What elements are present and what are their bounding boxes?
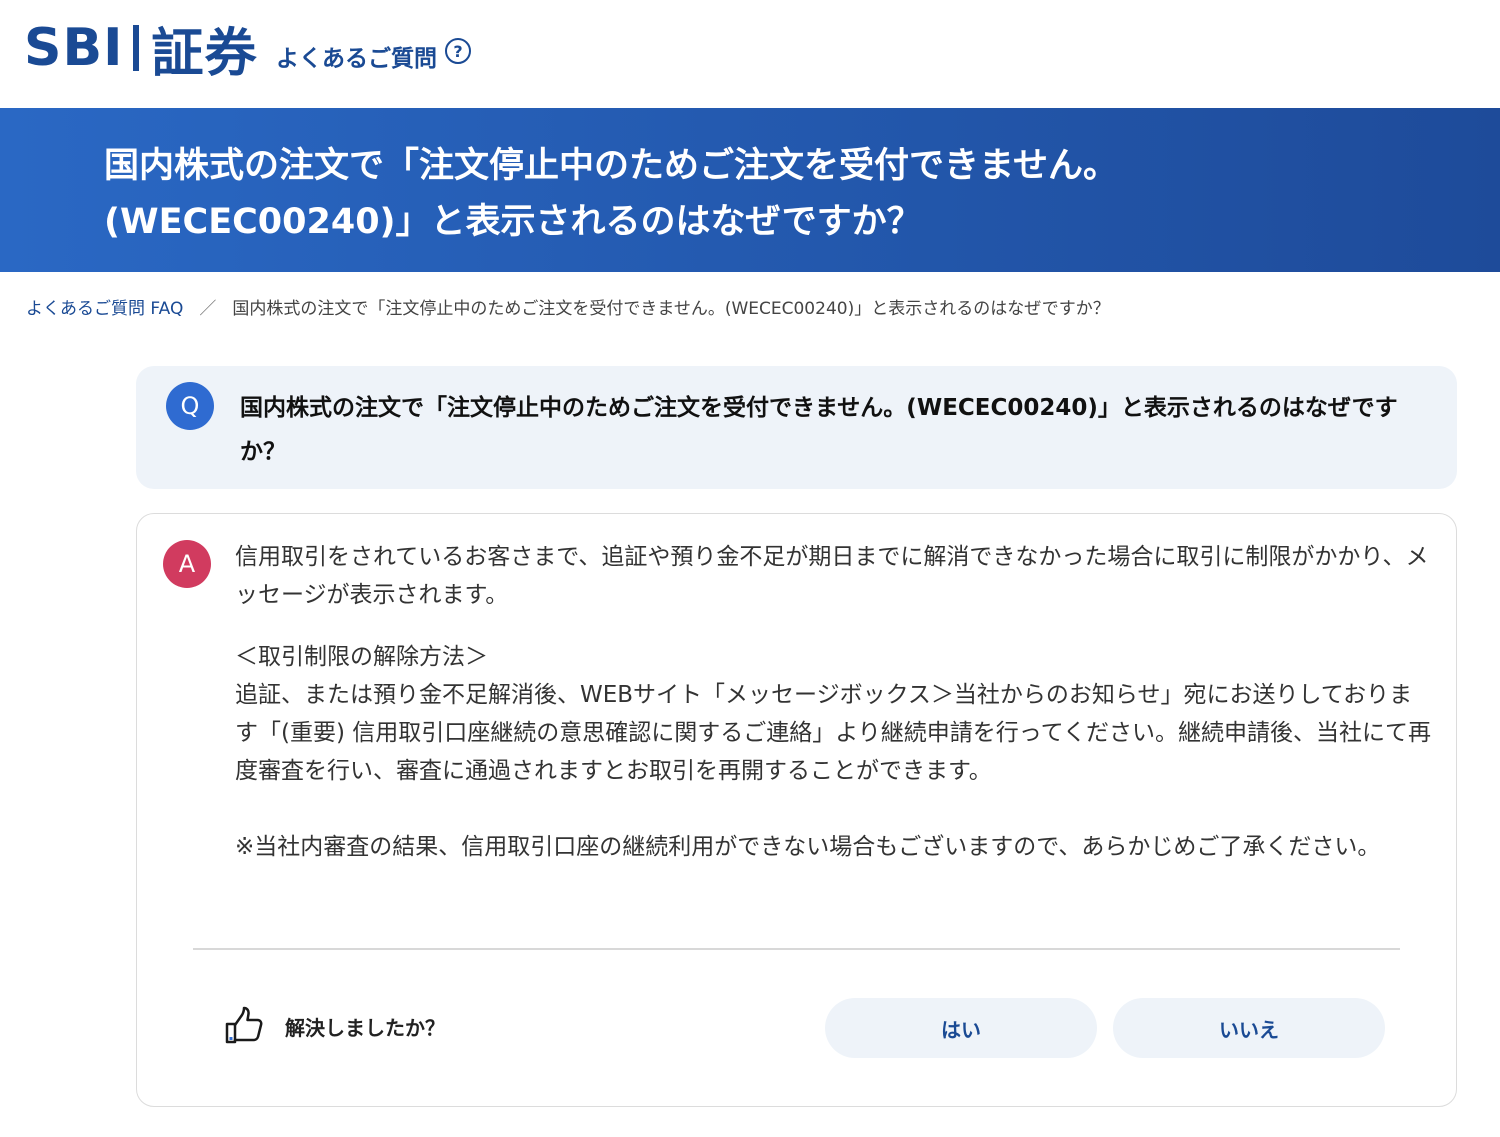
page-title: 国内株式の注文で「注文停止中のためご注文を受付できません。(WECEC00240… [104, 146, 1118, 242]
faq-link-label: よくあるご質問 [276, 46, 437, 72]
answer-paragraph-2: 追証、または預り金不足解消後、WEBサイト「メッセージボックス＞当社からのお知ら… [235, 682, 1431, 784]
answer-badge: A [163, 540, 211, 588]
answer-section-title: ＜取引制限の解除方法＞ [235, 644, 488, 670]
answer-paragraph-1: 信用取引をされているお客さまで、追証や預り金不足が期日までに解消できなかった場合… [235, 544, 1429, 608]
answer-body: 信用取引をされているお客さまで、追証や預り金不足が期日までに解消できなかった場合… [235, 538, 1431, 866]
logo-text-sbi: SBI [24, 18, 124, 78]
breadcrumb-separator: ／ [199, 298, 217, 319]
breadcrumb: よくあるご質問 FAQ ／ 国内株式の注文で「注文停止中のためご注文を受付できま… [26, 292, 1110, 320]
feedback-label: 解決しましたか？ [285, 1015, 445, 1040]
no-button[interactable]: いいえ [1113, 998, 1385, 1058]
thumbs-up-icon [225, 1006, 263, 1044]
question-text: 国内株式の注文で「注文停止中のためご注文を受付できません。(WECEC00240… [240, 395, 1398, 465]
answer-note: ※当社内審査の結果、信用取引口座の継続利用ができない場合もございますので、あらか… [235, 834, 1381, 860]
logo-divider [133, 25, 140, 71]
breadcrumb-home-link[interactable]: よくあるご質問 FAQ [26, 294, 183, 319]
answer-card: A 信用取引をされているお客さまで、追証や預り金不足が期日までに解消できなかった… [136, 513, 1457, 1107]
logo-text-securities: 証券 [151, 23, 258, 84]
feedback-prompt: 解決しましたか？ [223, 1002, 445, 1050]
yes-button[interactable]: はい [825, 998, 1097, 1058]
sbi-logo[interactable]: SBI 証券 [24, 18, 257, 84]
page-banner: 国内株式の注文で「注文停止中のためご注文を受付できません。(WECEC00240… [0, 108, 1500, 272]
question-badge: Q [166, 382, 214, 430]
faq-header-link[interactable]: よくあるご質問 ? [276, 38, 471, 74]
breadcrumb-current: 国内株式の注文で「注文停止中のためご注文を受付できません。(WECEC00240… [232, 298, 1110, 319]
question-circle-icon: ? [445, 38, 471, 64]
feedback-divider [193, 948, 1400, 950]
site-header: SBI 証券 よくあるご質問 ? [0, 0, 1500, 108]
question-card: Q 国内株式の注文で「注文停止中のためご注文を受付できません。(WECEC002… [136, 366, 1457, 489]
